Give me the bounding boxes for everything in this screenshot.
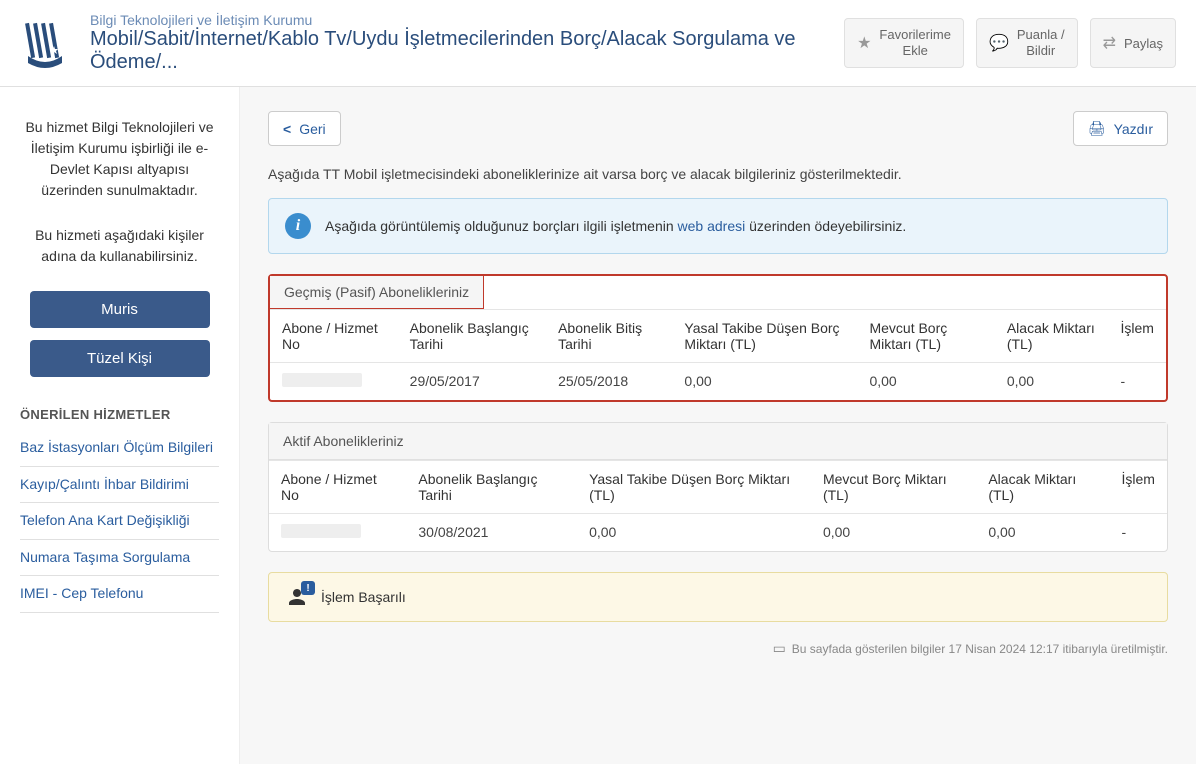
cell-credit: 0,00: [995, 363, 1109, 401]
chevron-left-icon: <: [283, 121, 291, 137]
cell-abone-no: [269, 514, 406, 552]
share-label: Paylaş: [1124, 36, 1163, 51]
cell-start-date: 29/05/2017: [398, 363, 546, 401]
active-subscriptions-table: Abone / Hizmet No Abonelik Başlangıç Tar…: [269, 460, 1167, 551]
print-label: Yazdır: [1114, 121, 1153, 137]
share-icon: ⇄: [1103, 33, 1116, 53]
cell-legal-debt: 0,00: [577, 514, 811, 552]
rate-button[interactable]: 💬 Puanla / Bildir: [976, 18, 1078, 67]
info-icon: i: [285, 213, 311, 239]
app-header: Bilgi Teknolojileri ve İletişim Kurumu M…: [0, 0, 1196, 87]
col-legal-debt: Yasal Takibe Düşen Borç Miktarı (TL): [672, 310, 857, 363]
content: Bu hizmet Bilgi Teknolojileri ve İletişi…: [0, 87, 1196, 764]
back-label: Geri: [299, 121, 325, 137]
rate-label-1: Puanla /: [1017, 27, 1065, 43]
col-legal-debt: Yasal Takibe Düşen Borç Miktarı (TL): [577, 461, 811, 514]
logo: [20, 18, 70, 68]
col-end-date: Abonelik Bitiş Tarihi: [546, 310, 672, 363]
tuzel-kisi-button[interactable]: Tüzel Kişi: [30, 340, 210, 377]
cell-action: -: [1109, 363, 1167, 401]
cell-abone-no: [270, 363, 398, 401]
cell-end-date: 25/05/2018: [546, 363, 672, 401]
muris-button[interactable]: Muris: [30, 291, 210, 328]
header-title-group: Bilgi Teknolojileri ve İletişim Kurumu M…: [90, 12, 844, 74]
main-content: < Geri 🖨 Yazdır Aşağıda TT Mobil işletme…: [240, 87, 1196, 764]
redacted-value: [282, 373, 362, 387]
rate-label-2: Bildir: [1017, 43, 1065, 59]
back-button[interactable]: < Geri: [268, 111, 341, 146]
fav-label-2: Ekle: [879, 43, 951, 59]
col-action: İşlem: [1110, 461, 1167, 514]
web-address-link[interactable]: web adresi: [678, 218, 746, 234]
sidebar: Bu hizmet Bilgi Teknolojileri ve İletişi…: [0, 87, 240, 764]
active-subscriptions-section: Aktif Abonelikleriniz Abone / Hizmet No …: [268, 422, 1168, 552]
active-subscriptions-caption: Aktif Abonelikleriniz: [269, 423, 1167, 460]
col-action: İşlem: [1109, 310, 1167, 363]
cell-start-date: 30/08/2021: [406, 514, 577, 552]
header-subtitle: Bilgi Teknolojileri ve İletişim Kurumu: [90, 12, 844, 28]
toolbar: < Geri 🖨 Yazdır: [268, 111, 1168, 146]
table-row: 29/05/2017 25/05/2018 0,00 0,00 0,00 -: [270, 363, 1166, 401]
sidebar-link-kayip[interactable]: Kayıp/Çalıntı İhbar Bildirimi: [20, 467, 219, 504]
table-header-row: Abone / Hizmet No Abonelik Başlangıç Tar…: [270, 310, 1166, 363]
sidebar-link-imei[interactable]: IMEI - Cep Telefonu: [20, 576, 219, 613]
cell-legal-debt: 0,00: [672, 363, 857, 401]
print-button[interactable]: 🖨 Yazdır: [1073, 111, 1168, 146]
redacted-value: [281, 524, 361, 538]
footer-text: Bu sayfada gösterilen bilgiler 17 Nisan …: [792, 642, 1168, 656]
col-current-debt: Mevcut Borç Miktarı (TL): [857, 310, 994, 363]
person-icon: !: [285, 585, 309, 609]
past-subscriptions-caption: Geçmiş (Pasif) Abonelikleriniz: [270, 276, 484, 309]
share-button[interactable]: ⇄ Paylaş: [1090, 18, 1176, 67]
footer-note: ▭ Bu sayfada gösterilen bilgiler 17 Nisa…: [268, 640, 1168, 657]
col-abone-no: Abone / Hizmet No: [270, 310, 398, 363]
cell-current-debt: 0,00: [857, 363, 994, 401]
sidebar-info-1: Bu hizmet Bilgi Teknolojileri ve İletişi…: [20, 117, 219, 201]
cell-current-debt: 0,00: [811, 514, 976, 552]
sidebar-link-baz[interactable]: Baz İstasyonları Ölçüm Bilgileri: [20, 430, 219, 467]
exclaim-badge-icon: !: [301, 581, 315, 595]
success-box: ! İşlem Başarılı: [268, 572, 1168, 622]
table-header-row: Abone / Hizmet No Abonelik Başlangıç Tar…: [269, 461, 1167, 514]
cell-credit: 0,00: [976, 514, 1109, 552]
past-subscriptions-section: Geçmiş (Pasif) Abonelikleriniz Abone / H…: [268, 274, 1168, 402]
book-icon: ▭: [773, 640, 786, 657]
sidebar-info-2: Bu hizmeti aşağıdaki kişiler adına da ku…: [20, 225, 219, 267]
sidebar-link-numara[interactable]: Numara Taşıma Sorgulama: [20, 540, 219, 577]
past-subscriptions-table: Abone / Hizmet No Abonelik Başlangıç Tar…: [270, 309, 1166, 400]
recommended-heading: ÖNERİLEN HİZMETLER: [20, 407, 219, 422]
col-credit: Alacak Miktarı (TL): [976, 461, 1109, 514]
table-row: 30/08/2021 0,00 0,00 0,00 -: [269, 514, 1167, 552]
col-abone-no: Abone / Hizmet No: [269, 461, 406, 514]
col-start-date: Abonelik Başlangıç Tarihi: [398, 310, 546, 363]
sidebar-link-telefon[interactable]: Telefon Ana Kart Değişikliği: [20, 503, 219, 540]
info-box: i Aşağıda görüntülemiş olduğunuz borçlar…: [268, 198, 1168, 254]
col-current-debt: Mevcut Borç Miktarı (TL): [811, 461, 976, 514]
print-icon: 🖨: [1088, 120, 1106, 137]
col-start-date: Abonelik Başlangıç Tarihi: [406, 461, 577, 514]
speech-icon: 💬: [989, 33, 1009, 53]
description-text: Aşağıda TT Mobil işletmecisindeki abonel…: [268, 166, 1168, 182]
cell-action: -: [1110, 514, 1167, 552]
favorites-button[interactable]: ★ Favorilerime Ekle: [844, 18, 964, 67]
info-text: Aşağıda görüntülemiş olduğunuz borçları …: [325, 218, 906, 234]
header-actions: ★ Favorilerime Ekle 💬 Puanla / Bildir ⇄ …: [844, 18, 1176, 67]
star-icon: ★: [857, 33, 871, 53]
success-text: İşlem Başarılı: [321, 589, 406, 605]
fav-label-1: Favorilerime: [879, 27, 951, 43]
col-credit: Alacak Miktarı (TL): [995, 310, 1109, 363]
header-title: Mobil/Sabit/İnternet/Kablo Tv/Uydu İşlet…: [90, 28, 844, 74]
